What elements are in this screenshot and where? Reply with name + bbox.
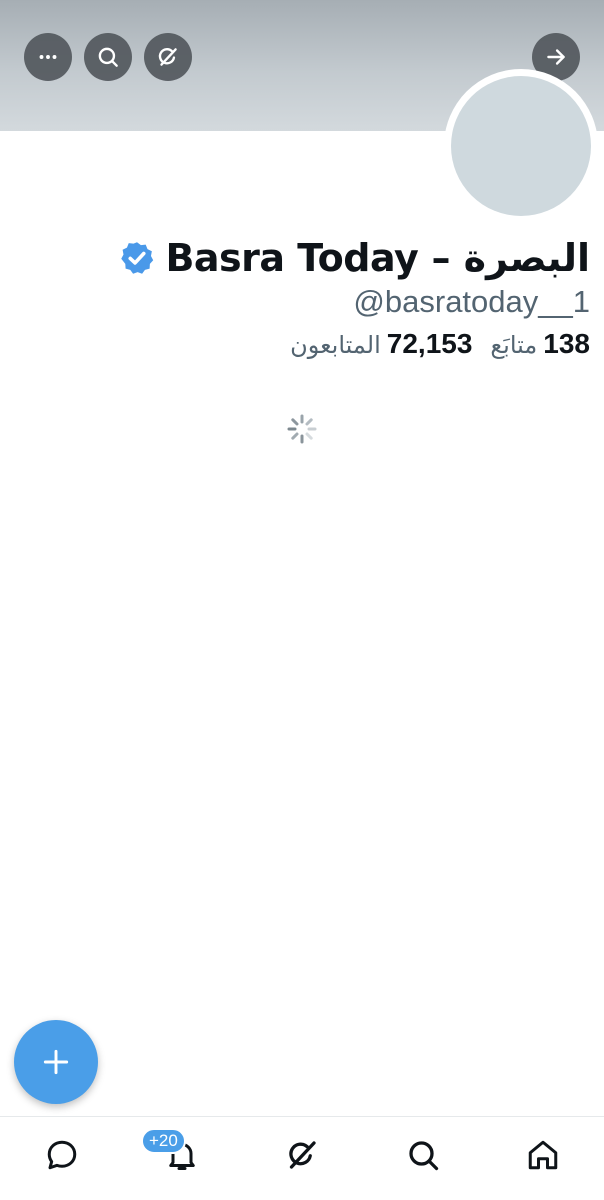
notifications-badge: +20 [141, 1128, 186, 1154]
bottom-tab-bar [0, 1116, 604, 1200]
avatar[interactable] [451, 76, 591, 216]
tab-messages[interactable] [42, 1135, 82, 1175]
following-count: 138 [543, 328, 590, 359]
search-icon [409, 1141, 439, 1171]
profile-name-row: البصرة – Basra Today [119, 232, 590, 284]
following-stat[interactable]: 138 متابَع [490, 328, 590, 360]
grok-button[interactable] [144, 33, 192, 81]
arrow-right-icon [547, 49, 565, 65]
search-button[interactable] [84, 33, 132, 81]
profile-stats: 138 متابَع 72,153 المتابعون [290, 328, 590, 368]
grok-icon [158, 48, 177, 66]
followers-count: 72,153 [386, 328, 473, 359]
compose-button[interactable] [14, 1020, 98, 1104]
tab-home[interactable] [523, 1135, 563, 1175]
more-options-button[interactable] [24, 33, 72, 81]
ellipsis-icon [39, 55, 57, 59]
chat-bubble-icon [47, 1140, 77, 1170]
plus-icon [43, 1049, 69, 1075]
display-name: البصرة – Basra Today [165, 236, 590, 280]
followers-label: المتابعون [290, 331, 381, 359]
tab-grok[interactable] [282, 1135, 322, 1175]
followers-stat[interactable]: 72,153 المتابعون [290, 328, 472, 360]
tab-explore[interactable] [403, 1135, 443, 1175]
home-icon [528, 1140, 558, 1170]
grok-icon [289, 1141, 316, 1169]
loading-spinner-icon [287, 414, 317, 444]
search-icon [98, 47, 118, 67]
profile-handle: @basratoday__1 [353, 284, 590, 319]
verified-badge-icon [121, 242, 154, 274]
following-label: متابَع [490, 331, 538, 359]
